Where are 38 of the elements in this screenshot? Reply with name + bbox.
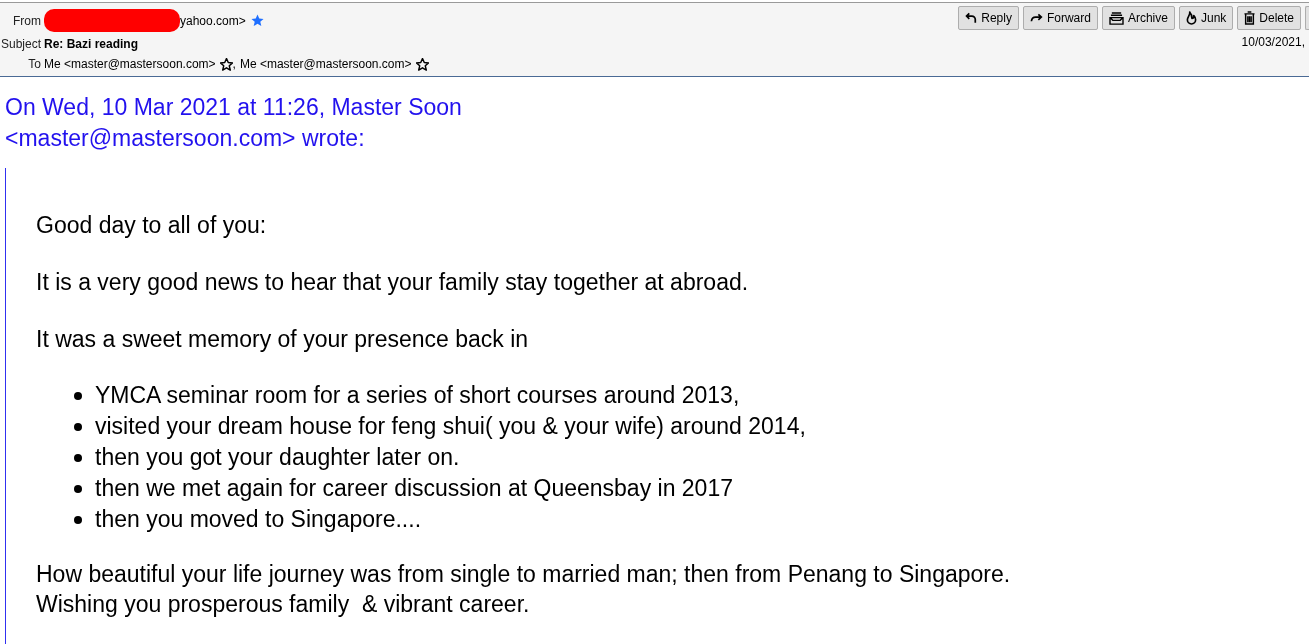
list-item-text: then we met again for career discussion at Queensbay in 2017: [95, 474, 733, 504]
trash-can-icon: [1244, 11, 1256, 25]
star-outline-icon[interactable]: [415, 57, 429, 71]
archive-tray-icon: [1108, 11, 1124, 25]
archive-button[interactable]: Archive: [1101, 6, 1175, 30]
arrow-right-icon: [1029, 13, 1043, 23]
field-label: To: [27, 56, 41, 73]
list-item-text: visited your dream house for feng shui( you & your wife) around 2014,: [95, 412, 806, 442]
paragraph-text: Good day to all of you:: [36, 212, 268, 239]
reply-arrow-icon: [965, 12, 978, 24]
bullet-icon: [74, 422, 82, 431]
paragraph-text: It was a sweet memory of your presence back in: [36, 326, 530, 353]
closing-text: Wishing you prosperous family & vibrant career.: [36, 590, 531, 619]
subject-text: Re: Bazi reading: [44, 35, 139, 53]
field-label: From: [12, 12, 41, 30]
bullet-icon: [74, 515, 82, 524]
recipient-address[interactable]: Me <master@mastersoon.com>: [239, 55, 412, 73]
bullet-icon: [74, 453, 82, 462]
star-outline-icon[interactable]: [219, 57, 233, 71]
list-item-text: YMCA seminar room for a series of short courses around 2013,: [95, 381, 740, 411]
delete-button[interactable]: Delete: [1237, 6, 1301, 30]
bullet-icon: [74, 391, 82, 400]
flame-icon: [1185, 11, 1197, 25]
forward-button[interactable]: Forward: [1022, 6, 1098, 30]
list-item-text: then you got your daughter later on.: [95, 443, 460, 473]
reply-button[interactable]: Reply: [958, 6, 1019, 30]
paragraph-text: It is a very good news to hear that your family stay together at abroad.: [36, 269, 750, 296]
field-label: Subject: [0, 35, 41, 53]
closing-text: How beautiful your life journey was from single to married man; then from Penang to Singapore.: [36, 560, 1012, 589]
bullet-icon: [74, 484, 82, 493]
list-item-text: then you moved to Singapore....: [95, 505, 422, 535]
star-icon[interactable]: [250, 14, 264, 27]
sender-address[interactable]: yahoo.com>: [180, 11, 246, 30]
message-date: 10/03/2021,: [1241, 34, 1305, 51]
separator-comma: ,: [232, 56, 236, 73]
junk-button[interactable]: Junk: [1178, 6, 1234, 30]
quote-header: On Wed, 10 Mar 2021 at 11:26, Master Soon <master@mastersoon.com> wrote:: [5, 93, 463, 153]
recipient-address[interactable]: Me <master@mastersoon.com>: [44, 55, 216, 73]
